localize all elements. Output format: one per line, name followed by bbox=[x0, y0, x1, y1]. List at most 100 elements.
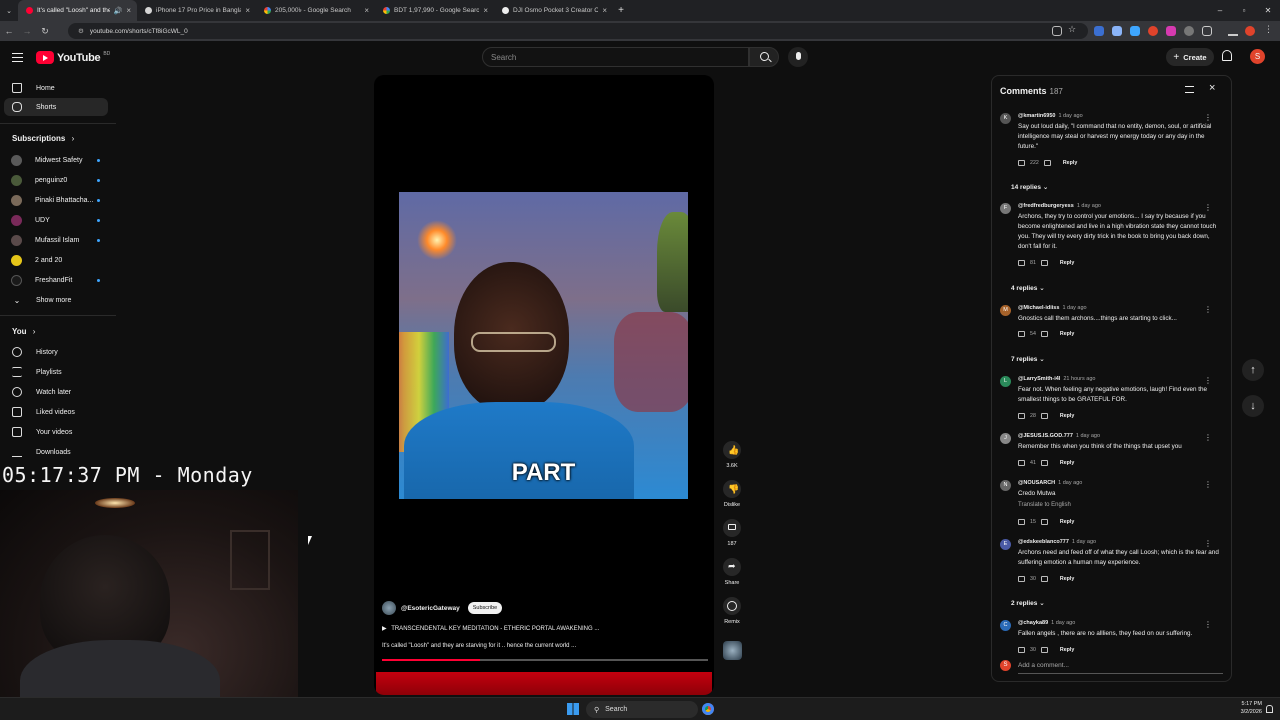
reply-button[interactable]: Reply bbox=[1060, 576, 1074, 582]
thumbs-down-icon[interactable] bbox=[1040, 647, 1048, 653]
sidebar-item-history[interactable]: History bbox=[4, 343, 108, 361]
extension-icon[interactable] bbox=[1166, 26, 1176, 36]
thumbs-up-icon[interactable] bbox=[1018, 460, 1025, 466]
new-tab-icon[interactable]: + bbox=[613, 5, 629, 16]
maximize-icon[interactable]: ▫ bbox=[1232, 6, 1256, 15]
comment-author[interactable]: @fredfredburgeryess bbox=[1018, 203, 1074, 209]
commenter-avatar[interactable]: M bbox=[1000, 305, 1011, 316]
thumbs-up-icon[interactable] bbox=[1018, 413, 1025, 419]
close-comments-icon[interactable]: × bbox=[1209, 82, 1215, 94]
next-short-button[interactable]: ↓ bbox=[1242, 395, 1264, 417]
comment-author[interactable]: @NOUSARCH bbox=[1018, 480, 1055, 486]
taskbar-clock[interactable]: 5:17 PM 3/2/2026 bbox=[1228, 700, 1262, 716]
install-app-icon[interactable] bbox=[1052, 26, 1062, 36]
thumbs-up-icon[interactable] bbox=[1018, 331, 1025, 337]
thumbs-down-icon[interactable] bbox=[1040, 260, 1048, 266]
sidebar-item-subscription[interactable]: 2 and 20 bbox=[4, 251, 108, 269]
windows-start-icon[interactable] bbox=[567, 703, 579, 715]
reply-button[interactable]: Reply bbox=[1060, 519, 1074, 525]
view-replies-button[interactable]: 4 replies ⌄ bbox=[1011, 284, 1045, 292]
search-button[interactable] bbox=[749, 47, 779, 67]
sidebar-item-shorts[interactable]: Shorts bbox=[4, 98, 108, 116]
hamburger-menu-icon[interactable] bbox=[12, 53, 23, 62]
you-heading[interactable]: You › bbox=[12, 327, 35, 336]
tab-dji-osmo[interactable]: DJI Osmo Pocket 3 Creator Com × bbox=[494, 0, 613, 21]
extension-icon[interactable] bbox=[1184, 26, 1194, 36]
close-tab-icon[interactable]: × bbox=[483, 6, 488, 15]
comment-author[interactable]: @Michael-idiiss bbox=[1018, 305, 1059, 311]
audio-track-row[interactable]: ▶ TRANSCENDENTAL KEY MEDITATION - ETHERI… bbox=[382, 625, 599, 632]
thumbs-up-icon[interactable] bbox=[1018, 576, 1025, 582]
shorts-player[interactable]: PART @EsotericGateway Subscribe ▶ TRANSC… bbox=[374, 75, 714, 695]
close-window-icon[interactable]: ✕ bbox=[1256, 6, 1280, 15]
subscriptions-heading[interactable]: Subscriptions › bbox=[12, 134, 74, 143]
create-button[interactable]: + Create bbox=[1166, 48, 1214, 66]
view-replies-button[interactable]: 14 replies ⌄ bbox=[1011, 183, 1048, 191]
add-comment-field[interactable]: S Add a comment... bbox=[1000, 660, 1226, 676]
chrome-taskbar-icon[interactable] bbox=[702, 703, 714, 715]
tab-google-search-2[interactable]: BDT 1,97,990 - Google Search × bbox=[375, 0, 494, 21]
sidebar-item-subscription[interactable]: FreshandFit bbox=[4, 271, 108, 289]
commenter-avatar[interactable]: C bbox=[1000, 620, 1011, 631]
thumbs-down-icon[interactable] bbox=[1040, 413, 1048, 419]
subscribe-button[interactable]: Subscribe bbox=[467, 602, 503, 614]
reply-button[interactable]: Reply bbox=[1060, 413, 1074, 419]
sidebar-item-subscription[interactable]: UDY bbox=[4, 211, 108, 229]
share-button[interactable]: ➦ Share bbox=[722, 558, 742, 586]
profile-avatar-icon[interactable] bbox=[1245, 26, 1255, 36]
sidebar-item-watch-later[interactable]: Watch later bbox=[4, 383, 108, 401]
extension-icon[interactable] bbox=[1112, 26, 1122, 36]
next-short-preview[interactable] bbox=[376, 672, 712, 695]
thumbs-up-icon[interactable] bbox=[1018, 519, 1025, 525]
commenter-avatar[interactable]: F bbox=[1000, 203, 1011, 214]
thumbs-down-icon[interactable] bbox=[1040, 460, 1048, 466]
reply-button[interactable]: Reply bbox=[1060, 260, 1074, 266]
close-tab-icon[interactable]: × bbox=[364, 6, 369, 15]
bookmark-star-icon[interactable]: ☆ bbox=[1068, 24, 1078, 34]
notifications-icon[interactable] bbox=[1266, 705, 1273, 713]
comment-menu-icon[interactable]: ⋮ bbox=[1204, 376, 1212, 385]
minimize-icon[interactable]: – bbox=[1208, 6, 1232, 15]
previous-short-button[interactable]: ↑ bbox=[1242, 359, 1264, 381]
comment-menu-icon[interactable]: ⋮ bbox=[1204, 620, 1212, 629]
dislike-button[interactable]: 👎 Dislike bbox=[722, 480, 742, 508]
back-icon[interactable]: ← bbox=[0, 26, 18, 36]
tab-search-icon[interactable]: ⌄ bbox=[0, 7, 18, 15]
view-replies-button[interactable]: 7 replies ⌄ bbox=[1011, 355, 1045, 363]
commenter-avatar[interactable]: E bbox=[1000, 539, 1011, 550]
sound-thumbnail[interactable] bbox=[723, 641, 742, 660]
translate-link[interactable]: Translate to English bbox=[1018, 502, 1071, 508]
voice-search-icon[interactable] bbox=[788, 47, 808, 67]
like-button[interactable]: 👍 3.6K bbox=[722, 441, 742, 469]
tab-youtube-short[interactable]: It's called "Loosh" and they 🔊 × bbox=[18, 0, 137, 21]
close-tab-icon[interactable]: × bbox=[602, 6, 607, 15]
channel-avatar[interactable] bbox=[382, 601, 396, 615]
sidebar-item-downloads[interactable]: Downloads bbox=[4, 443, 108, 461]
taskbar-search[interactable]: ⚲ Search bbox=[586, 701, 698, 718]
close-tab-icon[interactable]: × bbox=[126, 6, 131, 15]
reply-button[interactable]: Reply bbox=[1063, 160, 1077, 166]
thumbs-down-icon[interactable] bbox=[1040, 331, 1048, 337]
comment-menu-icon[interactable]: ⋮ bbox=[1204, 305, 1212, 314]
thumbs-down-icon[interactable] bbox=[1043, 160, 1051, 166]
forward-icon[interactable]: → bbox=[18, 26, 36, 36]
site-info-icon[interactable]: ⚙ bbox=[78, 27, 84, 35]
sidebar-item-subscription[interactable]: penguinz0 bbox=[4, 171, 108, 189]
reply-button[interactable]: Reply bbox=[1060, 460, 1074, 466]
account-avatar[interactable]: S bbox=[1250, 49, 1265, 64]
commenter-avatar[interactable]: K bbox=[1000, 113, 1011, 124]
commenter-avatar[interactable]: J bbox=[1000, 433, 1011, 444]
address-bar[interactable]: ⚙ youtube.com/shorts/cTf8iGcWL_0 bbox=[68, 23, 1088, 39]
reload-icon[interactable]: ↻ bbox=[36, 26, 54, 37]
sidebar-item-liked-videos[interactable]: Liked videos bbox=[4, 403, 108, 421]
commenter-avatar[interactable]: L bbox=[1000, 376, 1011, 387]
thumbs-up-icon[interactable] bbox=[1018, 647, 1025, 653]
comment-menu-icon[interactable]: ⋮ bbox=[1204, 539, 1212, 548]
sidebar-item-subscription[interactable]: Midwest Safety bbox=[4, 151, 108, 169]
reply-button[interactable]: Reply bbox=[1060, 647, 1074, 653]
speaker-icon[interactable]: 🔊 bbox=[114, 7, 123, 15]
comment-menu-icon[interactable]: ⋮ bbox=[1204, 480, 1212, 489]
search-input[interactable]: Search bbox=[482, 47, 749, 67]
comment-menu-icon[interactable]: ⋮ bbox=[1204, 113, 1212, 122]
sidebar-item-home[interactable]: Home bbox=[4, 79, 108, 97]
